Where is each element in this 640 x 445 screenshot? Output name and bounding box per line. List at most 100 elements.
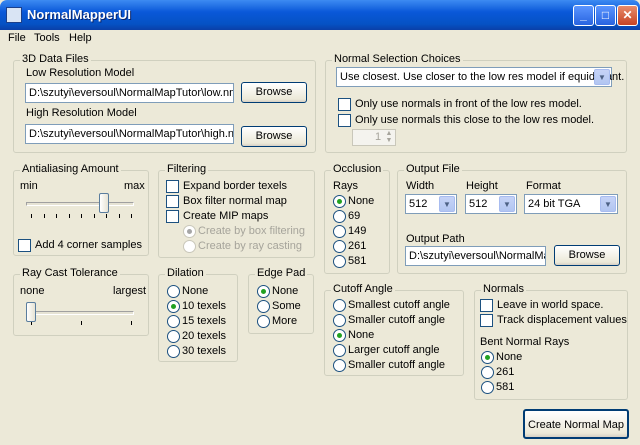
high-res-browse-button[interactable]: Browse (241, 126, 307, 147)
track-displacement-checkbox[interactable] (480, 314, 493, 327)
cutoff-option-label: Smallest cutoff angle (348, 299, 450, 311)
dilation-option-label: 20 texels (182, 330, 227, 342)
antialiasing-slider-track[interactable] (26, 202, 134, 206)
format-value: 24 bit TGA (528, 198, 581, 210)
dilation-option-radio[interactable] (167, 330, 180, 343)
filtering-title: Filtering (165, 163, 209, 175)
only-front-checkbox[interactable] (338, 98, 351, 111)
menu-file[interactable]: File (8, 32, 26, 44)
height-value: 512 (469, 198, 488, 210)
output-browse-button[interactable]: Browse (554, 245, 620, 266)
dilation-option-radio[interactable] (167, 300, 180, 313)
chevron-down-icon[interactable]: ▼ (499, 196, 515, 212)
expand-border-checkbox[interactable] (166, 180, 179, 193)
chevron-down-icon[interactable]: ▼ (439, 196, 455, 212)
slider-tick (118, 214, 120, 218)
antialiasing-slider-thumb[interactable] (99, 193, 109, 213)
format-dropdown[interactable]: 24 bit TGA ▼ (524, 194, 618, 214)
cutoff-option-radio[interactable] (333, 299, 346, 312)
ray-cast-slider-track[interactable] (26, 311, 134, 315)
width-dropdown[interactable]: 512 ▼ (405, 194, 457, 214)
high-res-label: High Resolution Model (26, 107, 137, 119)
occlusion-option-radio[interactable] (333, 225, 346, 238)
edge-pad-option-radio[interactable] (257, 300, 270, 313)
corner-samples-checkbox[interactable] (18, 239, 31, 252)
mip-maps-checkbox[interactable] (166, 210, 179, 223)
slider-tick (81, 321, 82, 325)
dilation-option-label: 10 texels (182, 300, 227, 312)
only-close-checkbox[interactable] (338, 114, 351, 127)
occlusion-rays-label: Rays (333, 180, 359, 192)
mip-ray-radio[interactable] (183, 240, 196, 253)
bent-normal-option-label: None (496, 351, 523, 363)
bent-normal-option-radio[interactable] (481, 366, 494, 379)
occlusion-title: Occlusion (331, 163, 384, 175)
occlusion-option-radio[interactable] (333, 210, 346, 223)
window-title: NormalMapperUI (27, 7, 132, 22)
cutoff-option-label: None (348, 329, 375, 341)
antialiasing-max-label: max (124, 180, 145, 192)
ray-cast-none-label: none (20, 285, 45, 297)
create-normal-map-button[interactable]: Create Normal Map (523, 409, 629, 439)
slider-tick (56, 214, 57, 218)
edge-pad-option-radio[interactable] (257, 315, 270, 328)
height-dropdown[interactable]: 512 ▼ (465, 194, 517, 214)
bent-normal-option-radio[interactable] (481, 381, 494, 394)
close-button[interactable]: ✕ (617, 5, 638, 26)
slider-tick (131, 321, 132, 325)
mip-box-label: Create by box filtering (198, 225, 305, 237)
world-space-checkbox[interactable] (480, 299, 493, 312)
normal-selection-dropdown[interactable]: Use closest. Use closer to the low res m… (336, 67, 624, 87)
mip-maps-label: Create MIP maps (183, 210, 269, 222)
output-file-title: Output File (404, 163, 462, 175)
box-filter-checkbox[interactable] (166, 195, 179, 208)
output-path-field[interactable]: D:\szutyi\eversoul\NormalMap (405, 246, 546, 266)
edge-pad-option-label: More (272, 315, 298, 327)
distance-value: 1 (375, 131, 382, 143)
dilation-option-label: 15 texels (182, 315, 227, 327)
menu-tools[interactable]: Tools (34, 32, 60, 44)
cutoff-option-radio[interactable] (333, 359, 346, 372)
cutoff-option-radio[interactable] (333, 314, 346, 327)
chevron-down-icon[interactable]: ▼ (600, 196, 616, 212)
maximize-button[interactable]: □ (595, 5, 616, 26)
spinner-arrows-icon[interactable]: ▲ ▼ (383, 130, 395, 145)
edge-pad-option-radio[interactable] (257, 285, 270, 298)
high-res-path-field[interactable]: D:\szutyi\eversoul\NormalMapTutor\high.n… (25, 124, 234, 144)
edge-pad-title: Edge Pad (255, 267, 308, 279)
dilation-option-radio[interactable] (167, 345, 180, 358)
occlusion-option-label: 149 (348, 225, 367, 237)
normal-selection-title: Normal Selection Choices (332, 53, 463, 65)
bent-normal-label: Bent Normal Rays (480, 336, 570, 348)
cutoff-option-radio[interactable] (333, 329, 346, 342)
menu-bar: File Tools Help (0, 30, 640, 48)
cutoff-option-radio[interactable] (333, 344, 346, 357)
slider-tick (106, 214, 107, 218)
dilation-option-radio[interactable] (167, 285, 180, 298)
ray-cast-slider-thumb[interactable] (26, 302, 36, 322)
minimize-button[interactable]: _ (573, 5, 594, 26)
slider-tick (93, 214, 95, 218)
cutoff-option-label: Smaller cutoff angle (348, 359, 446, 371)
title-bar: NormalMapperUI _ □ ✕ (0, 0, 640, 30)
low-res-path-field[interactable]: D:\szutyi\eversoul\NormalMapTutor\low.nm… (25, 83, 234, 103)
width-value: 512 (409, 198, 428, 210)
occlusion-option-label: None (348, 195, 375, 207)
low-res-label: Low Resolution Model (26, 67, 135, 79)
occlusion-option-radio[interactable] (333, 255, 346, 268)
cutoff-option-label: Larger cutoff angle (348, 344, 440, 356)
chevron-down-icon[interactable]: ▼ (594, 69, 610, 85)
bent-normal-option-radio[interactable] (481, 351, 494, 364)
menu-help[interactable]: Help (69, 32, 92, 44)
cutoff-option-label: Smaller cutoff angle (348, 314, 446, 326)
occlusion-option-radio[interactable] (333, 240, 346, 253)
cutoff-angle-title: Cutoff Angle (331, 283, 395, 295)
distance-spinner[interactable]: 1 ▲ ▼ (352, 129, 396, 146)
ray-cast-title: Ray Cast Tolerance (20, 267, 120, 279)
occlusion-option-radio[interactable] (333, 195, 346, 208)
dilation-option-radio[interactable] (167, 315, 180, 328)
low-res-browse-button[interactable]: Browse (241, 82, 307, 103)
mip-box-radio[interactable] (183, 225, 196, 238)
normals-title: Normals (481, 283, 526, 295)
ray-cast-largest-label: largest (113, 285, 147, 297)
